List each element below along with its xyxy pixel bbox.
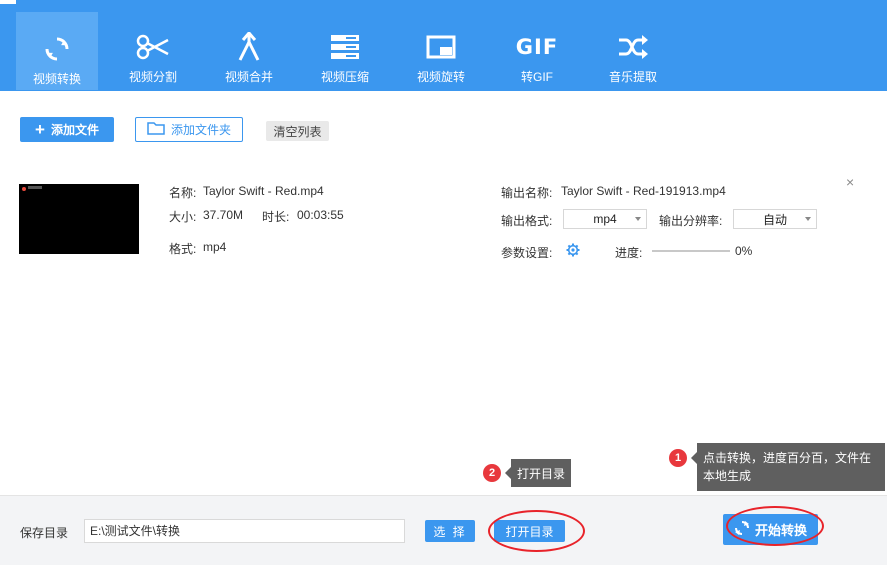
tab-video-compress[interactable]: 视频压缩 xyxy=(304,10,386,90)
add-file-label: 添加文件 xyxy=(50,123,99,137)
tooltip-open-dir: 打开目录 xyxy=(511,459,572,487)
tab-label: 视频转换 xyxy=(32,72,81,86)
output-format-value: mp4 xyxy=(593,212,617,226)
plus-icon: + xyxy=(35,119,45,139)
thumbnail-dot xyxy=(22,187,26,191)
format-value: mp4 xyxy=(203,240,227,254)
window-corner xyxy=(0,0,16,4)
size-value: 37.70M xyxy=(203,208,244,222)
params-label: 参数设置: xyxy=(501,246,553,260)
save-dir-label: 保存目录 xyxy=(20,526,69,540)
step-badge-2: 2 xyxy=(483,464,501,482)
save-path-input[interactable]: E:\测试文件\转换 xyxy=(84,519,405,543)
highlight-ring-open-dir xyxy=(488,510,585,552)
add-folder-label: 添加文件夹 xyxy=(170,123,231,137)
progress-bar xyxy=(652,250,730,252)
progress-percent: 0% xyxy=(735,244,753,258)
dropdown-arrow-icon xyxy=(635,217,641,221)
output-resolution-label: 输出分辨率: xyxy=(659,214,723,228)
tab-label: 视频压缩 xyxy=(320,70,369,84)
output-format-label: 输出格式: xyxy=(501,214,553,228)
add-folder-button[interactable]: 添加文件夹 xyxy=(135,117,243,142)
name-value: Taylor Swift - Red.mp4 xyxy=(203,184,324,198)
progress-label: 进度: xyxy=(615,246,643,260)
name-label: 名称: xyxy=(169,186,197,200)
shuffle-icon xyxy=(592,30,674,64)
clear-list-button[interactable]: 清空列表 xyxy=(266,121,329,141)
duration-label: 时长: xyxy=(262,210,290,224)
tooltip-start-convert: 点击转换，进度百分百，文件在 本地生成 xyxy=(697,443,885,491)
tab-video-convert[interactable]: 视频转换 xyxy=(16,12,98,90)
tooltip-line-2: 本地生成 xyxy=(703,469,752,483)
add-file-button[interactable]: + 添加文件 xyxy=(20,117,114,142)
tab-label: 视频合并 xyxy=(224,70,273,84)
close-icon[interactable]: × xyxy=(846,174,854,190)
tab-video-rotate[interactable]: 视频旋转 xyxy=(400,10,482,90)
merge-icon xyxy=(208,30,290,64)
video-thumbnail xyxy=(19,184,139,254)
highlight-ring-start xyxy=(726,506,824,546)
compress-icon xyxy=(304,30,386,64)
output-resolution-select[interactable]: 自动 xyxy=(733,209,817,229)
gif-icon: GIF xyxy=(496,30,578,64)
folder-icon xyxy=(147,121,165,138)
tab-video-split[interactable]: 视频分割 xyxy=(112,10,194,90)
tab-label: 转GIF xyxy=(521,70,553,84)
tab-to-gif[interactable]: GIF 转GIF xyxy=(496,10,578,90)
tooltip-open-dir-text: 打开目录 xyxy=(517,467,566,481)
rotate-icon xyxy=(400,30,482,64)
refresh-icon xyxy=(16,32,98,66)
tab-music-extract[interactable]: 音乐提取 xyxy=(592,10,674,90)
output-resolution-value: 自动 xyxy=(762,212,787,227)
duration-value: 00:03:55 xyxy=(297,208,344,222)
output-format-select[interactable]: mp4 xyxy=(563,209,647,229)
step-badge-1: 1 xyxy=(669,449,687,467)
tooltip-line-1: 点击转换，进度百分百，文件在 xyxy=(703,451,872,465)
tab-label: 视频分割 xyxy=(128,70,177,84)
thumbnail-caption xyxy=(28,186,42,189)
output-name-value: Taylor Swift - Red-191913.mp4 xyxy=(561,184,726,198)
output-name-label: 输出名称: xyxy=(501,186,553,200)
format-label: 格式: xyxy=(169,242,197,256)
dropdown-arrow-icon xyxy=(805,217,811,221)
gif-icon-text: GIF xyxy=(515,35,559,59)
tab-label: 视频旋转 xyxy=(416,70,465,84)
top-toolbar: 视频转换 视频分割 视频合并 视频压缩 视频旋转 GIF 转GIF 音乐提取 xyxy=(0,0,887,91)
scissors-icon xyxy=(112,30,194,64)
size-label: 大小: xyxy=(169,210,197,224)
select-dir-button[interactable]: 选 择 xyxy=(425,520,475,542)
gear-icon[interactable] xyxy=(566,243,580,260)
tab-label: 音乐提取 xyxy=(608,70,657,84)
tab-video-merge[interactable]: 视频合并 xyxy=(208,10,290,90)
